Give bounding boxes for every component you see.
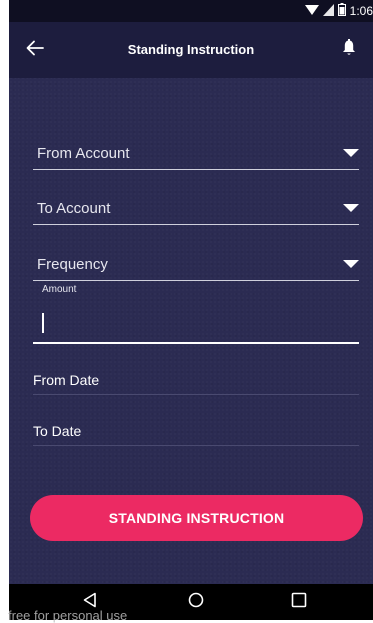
battery-icon bbox=[337, 3, 346, 19]
standing-instruction-button[interactable]: STANDING INSTRUCTION bbox=[30, 495, 363, 541]
from-account-dropdown[interactable]: From Account bbox=[33, 134, 359, 170]
from-date-label: From Date bbox=[33, 372, 100, 388]
text-cursor bbox=[42, 313, 44, 333]
app-bar: Standing Instruction bbox=[9, 22, 373, 78]
signal-icon bbox=[322, 3, 334, 19]
caret-down-icon bbox=[343, 149, 359, 157]
wifi-icon bbox=[304, 4, 319, 19]
caret-down-icon bbox=[343, 204, 359, 212]
frequency-label: Frequency bbox=[37, 256, 108, 273]
nav-home-button[interactable] bbox=[166, 584, 226, 620]
phone-screen: 1:06 Standing Instruction From Account T… bbox=[9, 0, 373, 620]
watermark: free for personal use bbox=[8, 608, 128, 623]
recents-square-icon bbox=[291, 592, 307, 613]
nav-recents-button[interactable] bbox=[269, 584, 329, 620]
amount-input[interactable] bbox=[37, 308, 347, 336]
from-account-label: From Account bbox=[37, 145, 130, 162]
status-time: 1:06 bbox=[349, 4, 373, 18]
status-icons: 1:06 bbox=[304, 3, 373, 19]
frequency-dropdown[interactable]: Frequency bbox=[33, 245, 359, 281]
to-date-field[interactable]: To Date bbox=[33, 418, 359, 446]
amount-label: Amount bbox=[42, 284, 77, 295]
page-title: Standing Instruction bbox=[127, 42, 255, 57]
from-date-field[interactable]: From Date bbox=[33, 367, 359, 395]
to-date-label: To Date bbox=[33, 423, 82, 439]
notifications-button[interactable] bbox=[337, 38, 361, 62]
to-account-label: To Account bbox=[37, 200, 111, 217]
caret-down-icon bbox=[343, 260, 359, 268]
to-account-dropdown[interactable]: To Account bbox=[33, 189, 359, 225]
amount-field[interactable] bbox=[33, 300, 359, 344]
status-bar: 1:06 bbox=[9, 0, 373, 22]
bell-icon bbox=[342, 38, 356, 62]
home-circle-icon bbox=[188, 592, 204, 613]
